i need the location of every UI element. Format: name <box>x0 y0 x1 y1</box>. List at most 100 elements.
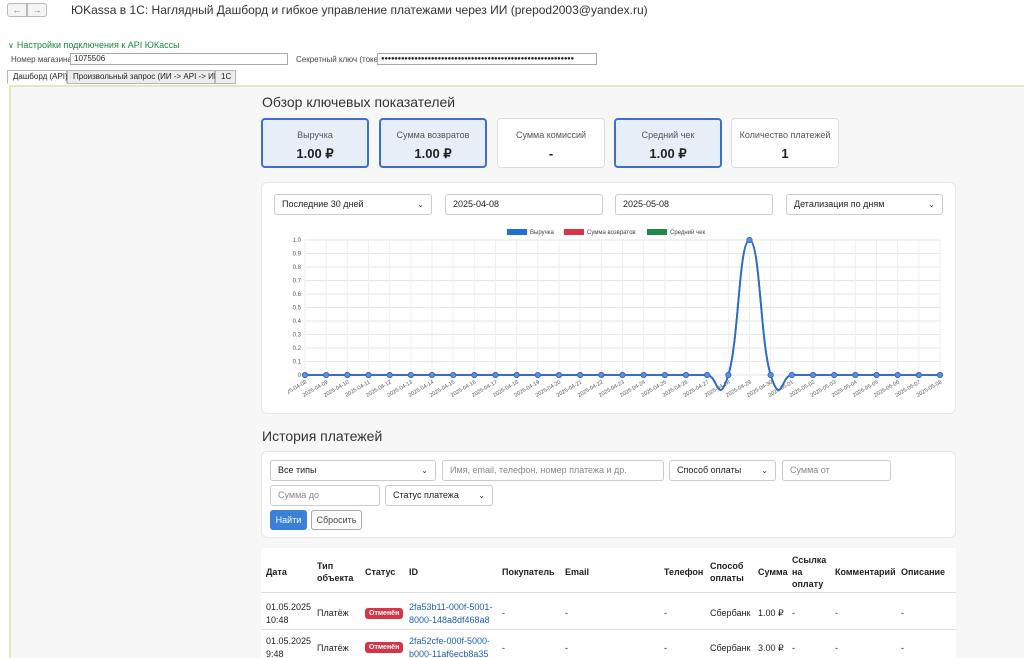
data-point <box>471 371 478 378</box>
column-header-amount: Сумма <box>758 567 788 577</box>
payment-id-link[interactable]: 2fa52cfe-000f-5000- <box>409 635 490 647</box>
data-point <box>344 371 351 378</box>
period-select[interactable]: Последние 30 дней ⌄ <box>274 194 432 215</box>
amount-from-input[interactable]: Сумма от <box>782 460 891 481</box>
title-bar: ← → ЮKassa в 1С: Наглядный Дашборд и гиб… <box>0 0 1024 36</box>
data-point <box>894 371 901 378</box>
y-tick-label: 0.4 <box>293 319 302 325</box>
kpi-value: - <box>548 146 554 161</box>
kpi-label: Выручка <box>297 130 333 140</box>
history-title: История платежей <box>262 428 383 444</box>
overview-title: Обзор ключевых показателей <box>262 94 456 110</box>
kpi-label: Сумма комиссий <box>515 130 587 140</box>
kpi-card-average-check: Средний чек 1.00 ₽ <box>614 118 722 168</box>
detail-select[interactable]: Детализация по дням ⌄ <box>786 194 943 215</box>
tab-1c[interactable]: 1С <box>215 70 236 84</box>
kpi-label: Сумма возвратов <box>396 130 470 140</box>
data-point <box>810 371 817 378</box>
shop-id-label: Номер магазина: <box>11 55 75 64</box>
chevron-down-icon: ⌄ <box>421 466 428 475</box>
type-filter-select[interactable]: Все типы ⌄ <box>270 460 436 481</box>
line-chart: 00.10.20.30.40.50.60.70.80.91.02025-04-0… <box>288 237 944 399</box>
status-filter-select[interactable]: Статус платежа ⌄ <box>385 485 493 506</box>
cell-date: 01.05.2025 <box>266 636 312 646</box>
y-tick-label: 0 <box>298 373 302 379</box>
cell-description: - <box>901 643 904 653</box>
data-point <box>852 371 859 378</box>
data-point <box>555 371 562 378</box>
secret-key-label: Секретный ключ (токен): <box>296 55 388 64</box>
data-point <box>725 371 732 378</box>
chevron-down-icon: ∨ <box>8 41 14 50</box>
detail-select-value: Детализация по дням <box>794 199 885 209</box>
column-header-id: ID <box>409 567 418 577</box>
find-button[interactable]: Найти <box>270 510 307 530</box>
y-tick-label: 0.1 <box>293 360 302 366</box>
data-point <box>450 371 457 378</box>
cell-comment: - <box>835 643 838 653</box>
data-point <box>577 371 584 378</box>
date-from-input[interactable]: 2025-04-08 <box>445 194 603 215</box>
y-tick-label: 0.6 <box>293 292 302 298</box>
column-header-comment: Комментарий <box>835 567 896 577</box>
column-header-phone: Телефон <box>664 567 704 577</box>
column-header-status: Статус <box>365 567 396 577</box>
back-button[interactable]: ← <box>7 3 27 17</box>
column-header-description: Описание <box>901 567 946 577</box>
y-tick-label: 0.7 <box>293 279 302 285</box>
cell-comment: - <box>835 608 838 618</box>
status-filter-value: Статус платежа <box>393 490 459 500</box>
settings-section-toggle[interactable]: ∨ Настройки подключения к API ЮКассы <box>8 40 180 50</box>
tab-dashboard[interactable]: Дашборд (API) <box>7 70 68 84</box>
cell-payment-link: - <box>792 608 795 618</box>
cell-buyer: - <box>502 643 505 653</box>
data-point <box>915 371 922 378</box>
payment-id-link[interactable]: 2fa53b11-000f-5001- <box>409 601 492 613</box>
payment-method-select[interactable]: Способ оплаты ⌄ <box>669 460 776 481</box>
payment-id-link[interactable]: 8000-148a8df468a8 <box>409 614 490 626</box>
reset-button[interactable]: Сбросить <box>311 510 362 530</box>
data-point <box>598 371 605 378</box>
data-point <box>767 371 774 378</box>
kpi-value: 1 <box>781 146 789 161</box>
cell-time: 9:48 <box>266 649 284 658</box>
cell-method: Сбербанк <box>710 643 751 653</box>
kpi-label: Средний чек <box>641 130 695 140</box>
tab-custom-query[interactable]: Произвольный запрос (ИИ -> API -> ИИ) <box>67 70 222 84</box>
y-tick-label: 0.8 <box>293 265 302 271</box>
data-point <box>831 371 838 378</box>
kpi-card-commissions: Сумма комиссий - <box>497 118 605 168</box>
payment-method-value: Способ оплаты <box>677 465 742 475</box>
status-badge: Отменён <box>365 642 404 653</box>
kpi-value: 1.00 ₽ <box>296 146 334 161</box>
table-divider <box>261 592 956 593</box>
amount-to-input[interactable]: Сумма до <box>270 485 380 506</box>
data-point <box>640 371 647 378</box>
date-to-input[interactable]: 2025-05-08 <box>615 194 773 215</box>
cell-date: 01.05.2025 <box>266 602 312 612</box>
kpi-card-refunds: Сумма возвратов 1.00 ₽ <box>379 118 487 168</box>
data-point <box>386 371 393 378</box>
forward-button[interactable]: → <box>27 3 47 17</box>
data-point <box>365 371 372 378</box>
payments-table: Дата Тип объекта Статус ID Покупатель Em… <box>261 548 956 658</box>
arrow-left-icon: ← <box>12 5 22 15</box>
shop-id-field[interactable]: 1075506 <box>70 53 288 65</box>
cell-phone: - <box>664 608 667 618</box>
data-point <box>746 237 753 243</box>
y-tick-label: 0.2 <box>293 346 302 352</box>
chevron-down-icon: ⌄ <box>478 491 485 500</box>
cell-method: Сбербанк <box>710 608 751 618</box>
y-tick-label: 1.0 <box>293 238 302 244</box>
column-header-payment-link: Ссылка на оплату <box>792 555 827 589</box>
data-point <box>492 371 499 378</box>
window-title: ЮKassa в 1С: Наглядный Дашборд и гибкое … <box>71 3 648 17</box>
search-input[interactable]: Имя, email, телефон, номер платежа и др. <box>442 460 664 481</box>
data-point <box>704 371 711 378</box>
secret-key-field[interactable]: ●●●●●●●●●●●●●●●●●●●●●●●●●●●●●●●●●●●●●●●●… <box>377 53 597 65</box>
column-header-type: Тип объекта <box>317 561 354 583</box>
cell-phone: - <box>664 643 667 653</box>
data-point <box>513 371 520 378</box>
payment-id-link[interactable]: b000-11af6ecb8a35 <box>409 648 488 658</box>
cell-amount: 3.00 ₽ <box>758 643 784 653</box>
